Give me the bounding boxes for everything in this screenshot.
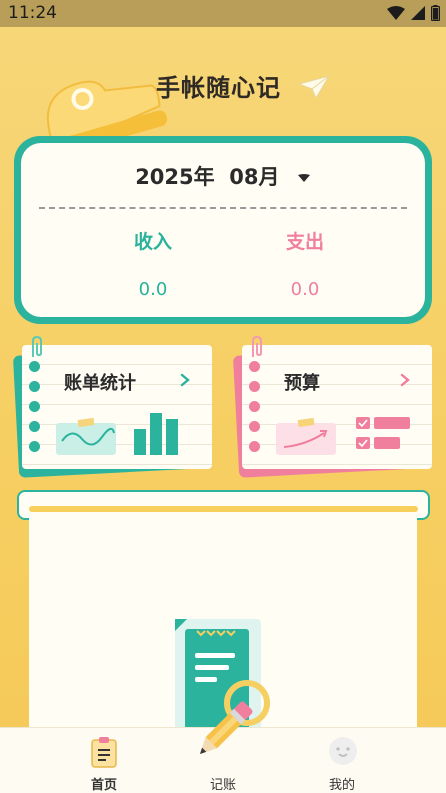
nav-home[interactable]: 首页	[54, 728, 154, 793]
battery-icon	[431, 5, 440, 21]
budget-card[interactable]: 预算	[232, 335, 432, 478]
budget-title: 预算	[284, 373, 320, 394]
notebook-rings	[29, 361, 40, 461]
summary-panel: 2025年 08月 收入 0.0 支出 0.0	[21, 143, 425, 317]
nav-mine[interactable]: 我的	[292, 728, 392, 793]
stats-chart-icon	[56, 413, 178, 455]
paperclip-icon	[32, 335, 42, 357]
status-time: 11:24	[8, 3, 57, 23]
nav-record-label: 记账	[209, 778, 236, 793]
dashed-divider	[39, 207, 407, 209]
chevron-right-icon	[180, 373, 190, 387]
month-selector[interactable]: 2025年 08月	[21, 161, 425, 191]
income-value: 0.0	[138, 279, 168, 300]
clipboard-icon	[91, 737, 117, 768]
expense-value: 0.0	[290, 279, 320, 300]
status-bar: 11:24	[0, 0, 446, 27]
signal-icon	[411, 6, 425, 20]
month-label: 2025年 08月	[135, 165, 280, 189]
monthly-summary-card: 2025年 08月 收入 0.0 支出 0.0	[14, 136, 432, 324]
wifi-icon	[387, 6, 405, 20]
pencil-icon[interactable]	[188, 694, 260, 766]
nav-mine-label: 我的	[328, 778, 355, 793]
notebook-rings	[249, 361, 260, 461]
paper-plane-icon	[298, 75, 330, 100]
bill-stats-title: 账单统计	[64, 373, 136, 394]
income-label: 收入	[133, 231, 172, 253]
nav-home-label: 首页	[90, 778, 117, 793]
caret-down-icon	[297, 174, 310, 182]
expense-label: 支出	[285, 231, 324, 253]
budget-checklist-icon	[276, 417, 410, 455]
bill-stats-card[interactable]: 账单统计	[12, 335, 212, 478]
chevron-right-icon	[400, 373, 410, 387]
smiley-face-icon	[329, 737, 357, 765]
status-icons	[387, 5, 440, 21]
app-title: 手帐随心记	[156, 74, 281, 102]
paperclip-icon	[252, 335, 262, 357]
